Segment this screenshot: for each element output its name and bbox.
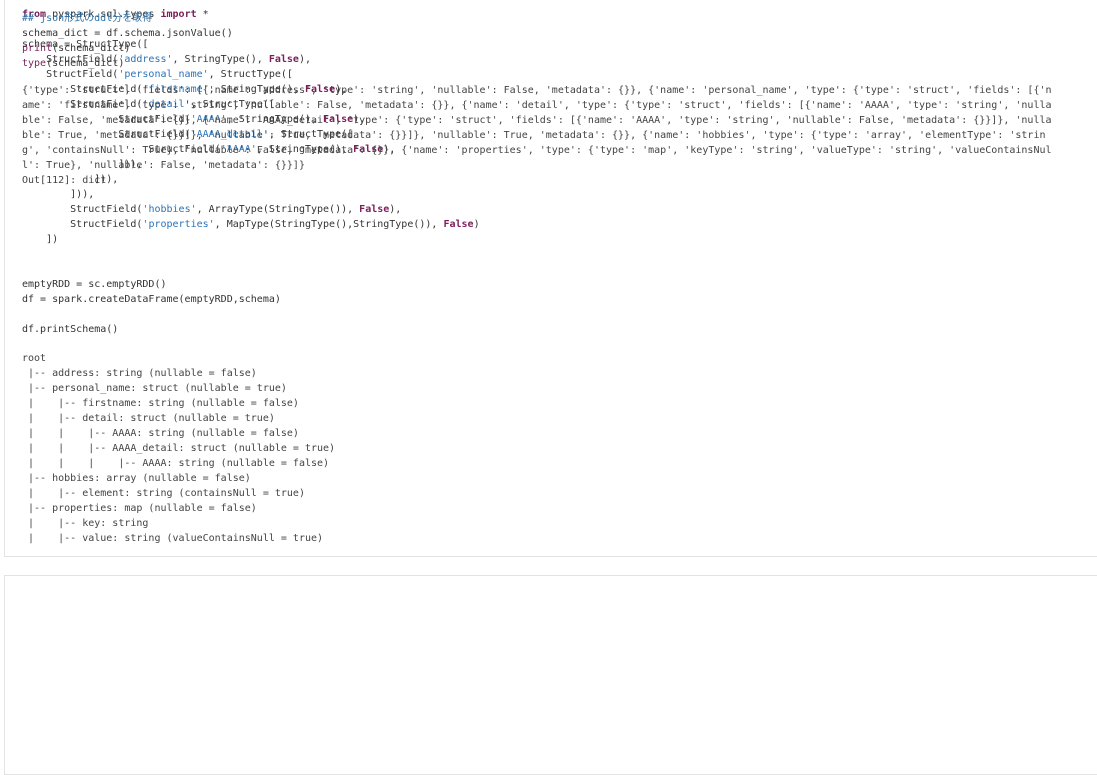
- output-line: | | | |-- AAAA: string (nullable = false…: [22, 458, 330, 469]
- notebook-cell-2[interactable]: ## json形式のddl分を取得 schema_dict = df.schema…: [4, 13, 1097, 775]
- code-token: df = spark.createDataFrame(emptyRDD,sche…: [22, 294, 281, 305]
- output-line: ame': 'firstname', 'type': 'string', 'nu…: [22, 100, 1052, 111]
- code-line: StructField('properties', MapType(String…: [22, 217, 480, 232]
- code-line: ]): [22, 232, 58, 247]
- code-line: type(schema_dict): [22, 56, 124, 71]
- code-token: schema_dict = df.schema.jsonValue(): [22, 28, 233, 39]
- output-line: | |-- key: string: [22, 518, 149, 529]
- code-line: StructField('hobbies', ArrayType(StringT…: [22, 202, 401, 217]
- code-keyword: False: [443, 219, 474, 230]
- output-line: g', 'containsNull': True}, 'nullable': F…: [22, 145, 1052, 156]
- output-line: {'type': 'struct', 'fields': [{'name': '…: [22, 85, 1052, 96]
- code-string: 'properties': [142, 219, 215, 230]
- output-line: | | |-- AAAA_detail: struct (nullable = …: [22, 443, 336, 454]
- output-line: ble': False, 'metadata': {}}, {'name': '…: [22, 115, 1052, 126]
- output-line: |-- personal_name: struct (nullable = tr…: [22, 383, 287, 394]
- output-line: ble': True, 'metadata': {}}]}, 'nullable…: [22, 130, 1046, 141]
- output-line: Out[112]: dict: [22, 175, 107, 186]
- code-token: ])),: [22, 189, 95, 200]
- code-token: StructField(: [22, 204, 143, 215]
- code-keyword: False: [359, 204, 390, 215]
- output-line: | | |-- AAAA: string (nullable = false): [22, 428, 299, 439]
- code-line: ])),: [22, 187, 94, 202]
- code-comment: ## json形式のddl分を取得: [22, 13, 153, 24]
- code-line: ## json形式のddl分を取得: [22, 11, 152, 26]
- code-token: ]): [22, 234, 59, 245]
- code-token: (schema_dict): [46, 58, 125, 69]
- output-line: |-- hobbies: array (nullable = false): [22, 473, 251, 484]
- code-string: 'personal_name': [118, 69, 209, 80]
- code-token: ),: [389, 204, 402, 215]
- code-builtin: print: [22, 43, 53, 54]
- code-token: (schema_dict): [52, 43, 131, 54]
- output-line: root: [22, 353, 47, 364]
- code-line: emptyRDD = sc.emptyRDD(): [22, 277, 167, 292]
- code-line: df.printSchema(): [22, 322, 118, 337]
- code-token: ),: [298, 54, 311, 65]
- code-token: , StringType(),: [172, 54, 269, 65]
- code-token: emptyRDD = sc.emptyRDD(): [22, 279, 167, 290]
- output-line: | |-- firstname: string (nullable = fals…: [22, 398, 299, 409]
- code-line: print(schema_dict): [22, 41, 130, 56]
- code-string: 'hobbies': [142, 204, 197, 215]
- code-token: *: [196, 9, 209, 20]
- output-line: |-- address: string (nullable = false): [22, 368, 257, 379]
- code-keyword: import: [160, 9, 197, 20]
- code-token: , StructType([: [208, 69, 293, 80]
- code-token: , MapType(StringType(),StringType()),: [214, 219, 444, 230]
- output-line: | |-- element: string (containsNull = tr…: [22, 488, 305, 499]
- code-token: df.printSchema(): [22, 324, 119, 335]
- output-line: | |-- value: string (valueContainsNull =…: [22, 533, 324, 544]
- output-line: |-- properties: map (nullable = false): [22, 503, 257, 514]
- output-line: | |-- detail: struct (nullable = true): [22, 413, 275, 424]
- code-line: schema_dict = df.schema.jsonValue(): [22, 26, 233, 41]
- code-line: df = spark.createDataFrame(emptyRDD,sche…: [22, 292, 281, 307]
- code-token: ): [473, 219, 480, 230]
- code-token: StructField(: [22, 219, 143, 230]
- output-line: l': True}, 'nullable': False, 'metadata'…: [22, 160, 305, 171]
- code-builtin: type: [22, 58, 47, 69]
- code-keyword: False: [268, 54, 299, 65]
- code-token: , ArrayType(StringType()),: [196, 204, 360, 215]
